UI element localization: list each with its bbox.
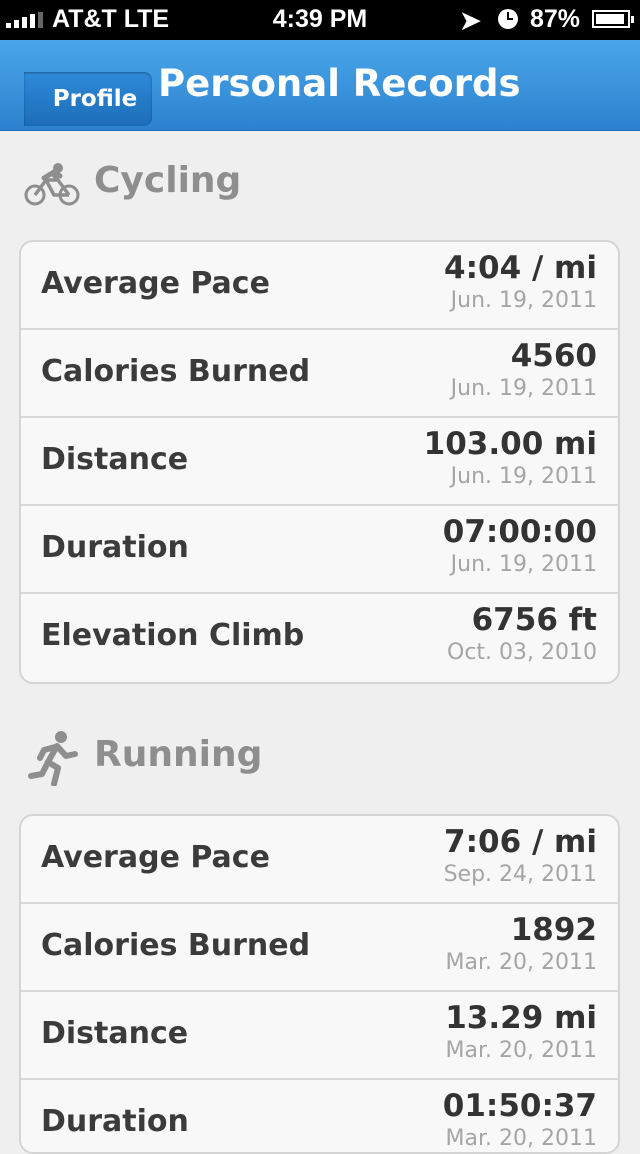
record-value: 07:00:00 [442, 514, 597, 550]
alarm-clock-icon [498, 9, 518, 29]
record-date: Mar. 20, 2011 [445, 1038, 597, 1063]
records-card-running: Average Pace 7:06 / mi Sep. 24, 2011 Cal… [19, 814, 620, 1154]
record-label: Distance [41, 1016, 189, 1051]
record-label: Elevation Climb [41, 618, 305, 653]
record-label: Average Pace [41, 840, 270, 875]
record-label: Calories Burned [41, 354, 311, 389]
record-label: Calories Burned [41, 928, 311, 963]
record-row[interactable]: Duration 01:50:37 Mar. 20, 2011 [21, 1080, 618, 1152]
record-label: Average Pace [41, 266, 270, 301]
record-date: Jun. 19, 2011 [450, 376, 597, 401]
record-label: Duration [41, 530, 189, 565]
battery-percent: 87% [530, 5, 581, 33]
record-value: 6756 ft [471, 602, 597, 638]
record-date: Jun. 19, 2011 [450, 552, 597, 577]
record-row[interactable]: Calories Burned 1892 Mar. 20, 2011 [21, 904, 618, 992]
record-value: 4560 [510, 338, 597, 374]
record-value: 1892 [510, 912, 597, 948]
section-header-cycling: Cycling [0, 150, 640, 220]
bicycle-icon [24, 163, 80, 206]
section-title: Running [94, 734, 263, 775]
battery-icon [592, 10, 634, 28]
record-row[interactable]: Duration 07:00:00 Jun. 19, 2011 [21, 506, 618, 594]
record-value: 13.29 mi [445, 1000, 597, 1036]
runner-icon [28, 731, 78, 786]
record-value: 103.00 mi [423, 426, 597, 462]
record-date: Sep. 24, 2011 [443, 862, 597, 887]
record-value: 7:06 / mi [444, 824, 597, 860]
location-arrow-icon: ➤ [460, 7, 481, 35]
record-date: Mar. 20, 2011 [445, 1126, 597, 1151]
navigation-bar: Profile Personal Records [0, 40, 640, 131]
record-row[interactable]: Average Pace 7:06 / mi Sep. 24, 2011 [21, 816, 618, 904]
record-row[interactable]: Average Pace 4:04 / mi Jun. 19, 2011 [21, 242, 618, 330]
record-date: Jun. 19, 2011 [450, 464, 597, 489]
record-date: Mar. 20, 2011 [445, 950, 597, 975]
record-label: Distance [41, 442, 189, 477]
record-label: Duration [41, 1104, 189, 1139]
section-title: Cycling [94, 160, 242, 201]
section-header-running: Running [0, 724, 640, 794]
status-bar: AT&T LTE 4:39 PM ➤ 87% [0, 0, 640, 40]
record-row[interactable]: Distance 103.00 mi Jun. 19, 2011 [21, 418, 618, 506]
record-row[interactable]: Distance 13.29 mi Mar. 20, 2011 [21, 992, 618, 1080]
back-button[interactable]: Profile [24, 72, 152, 126]
record-value: 01:50:37 [442, 1088, 597, 1124]
record-date: Jun. 19, 2011 [450, 288, 597, 313]
records-card-cycling: Average Pace 4:04 / mi Jun. 19, 2011 Cal… [19, 240, 620, 684]
record-date: Oct. 03, 2010 [447, 640, 597, 665]
record-row[interactable]: Calories Burned 4560 Jun. 19, 2011 [21, 330, 618, 418]
record-value: 4:04 / mi [444, 250, 597, 286]
page-title: Personal Records [158, 62, 521, 105]
record-row[interactable]: Elevation Climb 6756 ft Oct. 03, 2010 [21, 594, 618, 682]
